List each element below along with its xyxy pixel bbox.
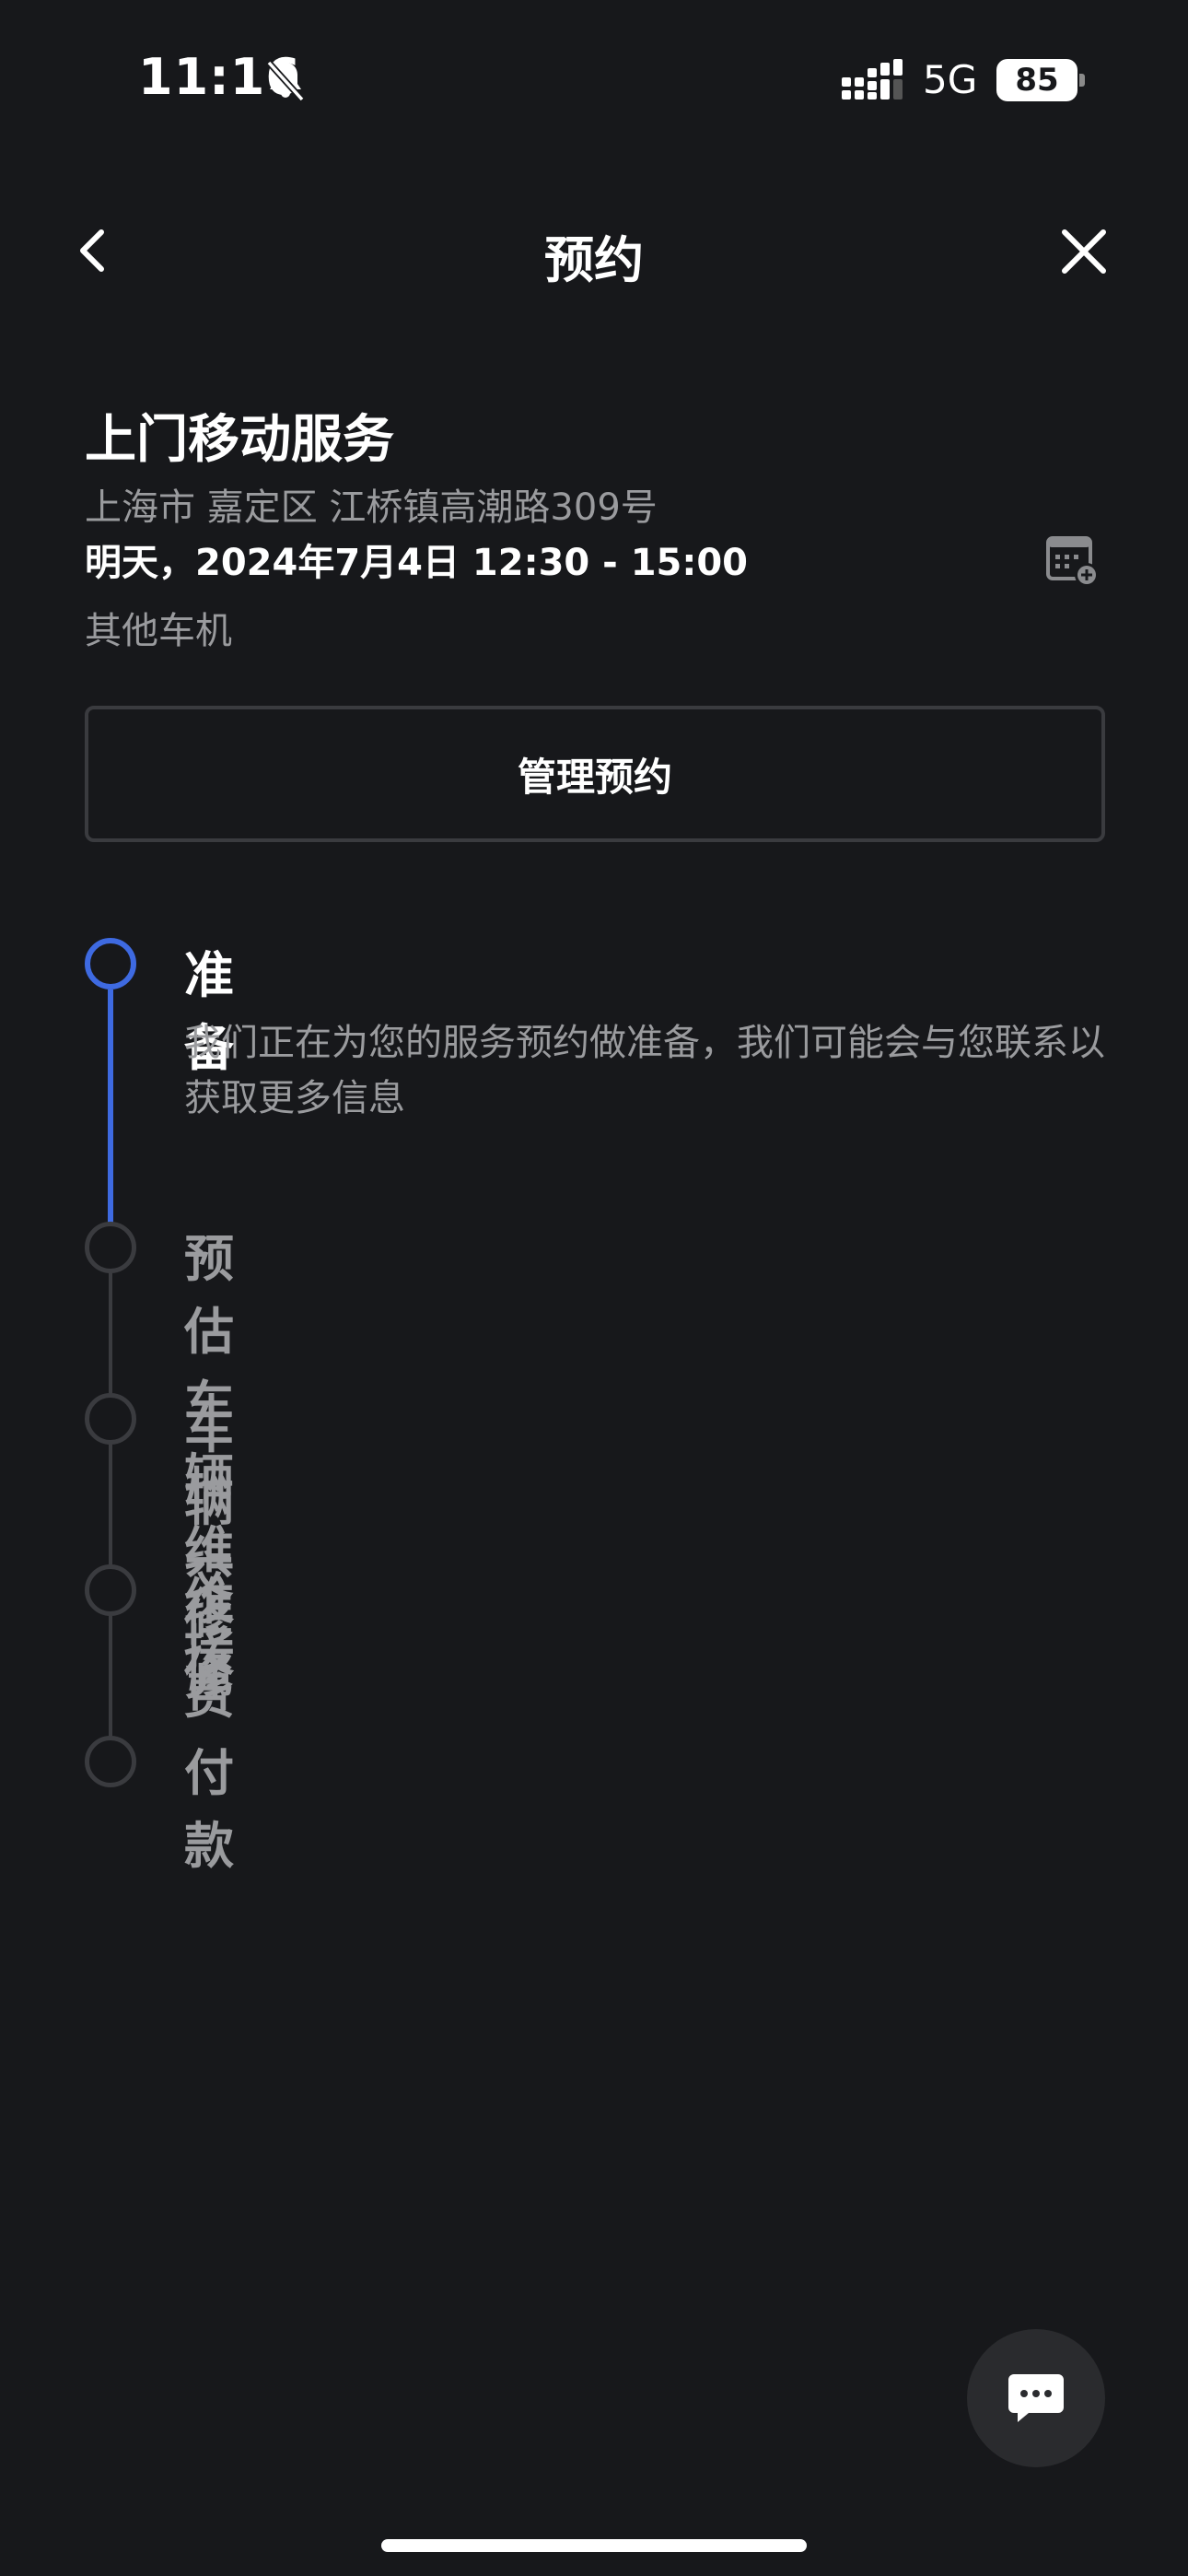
signal-icon xyxy=(842,59,903,100)
chat-button[interactable] xyxy=(967,2329,1105,2467)
service-title: 上门移动服务 xyxy=(85,410,394,470)
chat-icon xyxy=(1008,2374,1064,2422)
timeline-line xyxy=(109,1271,112,1751)
timeline-active-line xyxy=(108,989,113,1224)
network-type: 5G xyxy=(923,57,978,102)
step-dot-repair xyxy=(85,1564,136,1616)
bell-muted-icon xyxy=(266,60,305,102)
step-dot-payment xyxy=(85,1736,136,1787)
service-address: 上海市 嘉定区 江桥镇高潮路309号 xyxy=(85,486,658,529)
step-dot-handover xyxy=(85,1393,136,1445)
service-time: 明天，2024年7月4日 12:30 - 15:00 xyxy=(85,542,749,584)
step-title-payment: 付款 xyxy=(184,1744,234,1875)
home-indicator[interactable] xyxy=(381,2539,807,2552)
step-dot-prepare xyxy=(85,938,136,989)
page-title: 预约 xyxy=(544,231,644,289)
step-description-prepare: 我们正在为您的服务预约做准备，我们可能会与您联系以获取更多信息 xyxy=(184,1022,1105,1119)
step-dot-estimate xyxy=(85,1222,136,1273)
close-icon[interactable] xyxy=(1059,227,1109,276)
calendar-add-icon[interactable] xyxy=(1044,533,1101,590)
step-title-repair: 维修 xyxy=(184,1573,234,1704)
battery-level: 85 xyxy=(1015,62,1059,99)
battery-indicator: 85 xyxy=(996,59,1085,101)
service-type: 其他车机 xyxy=(85,610,232,652)
manage-appointment-button[interactable]: 管理预约 xyxy=(85,706,1105,842)
status-bar: 11:16 5G 85 xyxy=(0,0,1188,157)
